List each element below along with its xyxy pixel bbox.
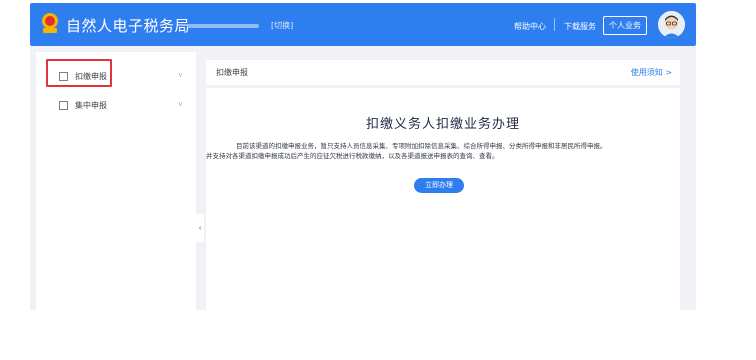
page-title: 扣缴义务人扣缴业务办理 — [365, 117, 520, 132]
chevron-down-icon[interactable]: ∨ — [178, 100, 183, 108]
handle-now-button[interactable]: 立即办理 — [414, 178, 464, 193]
sidebar-item-centralized-declaration[interactable]: 集中申报 ∨ — [36, 94, 196, 118]
grid-icon — [59, 101, 68, 110]
personal-business-button[interactable]: 个人业务 — [603, 16, 647, 35]
highlight-box — [46, 59, 112, 87]
main-header-bar: 扣缴申报 使用须知 > — [206, 60, 680, 85]
main-card: 扣缴义务人扣缴业务办理 目前该渠道的扣缴申报业务，暂只支持人员信息采集、专项附加… — [206, 88, 680, 310]
sidebar-item-label: 集中申报 — [75, 101, 107, 110]
tax-emblem-icon — [42, 13, 58, 33]
switch-link[interactable]: [切换] — [271, 20, 293, 31]
site-title[interactable]: 自然人电子税务局 — [66, 15, 190, 36]
help-center-link[interactable]: 帮助中心 — [514, 21, 546, 32]
user-avatar-icon[interactable] — [658, 11, 685, 38]
sidebar: 扣缴申报 ∨ 集中申报 ∨ — [36, 52, 196, 310]
description-line-1: 目前该渠道的扣缴申报业务，暂只支持人员信息采集、专项附加扣除信息采集、综合所得申… — [236, 142, 607, 150]
breadcrumb: 扣缴申报 — [216, 68, 248, 77]
chevron-down-icon[interactable]: ∨ — [178, 71, 183, 79]
download-service-link[interactable]: 下载服务 — [564, 21, 596, 32]
page: 自然人电子税务局 [切换] 帮助中心 下载服务 个人业务 扣缴申报 ∨ 集中申报… — [0, 0, 756, 360]
top-header: 自然人电子税务局 [切换] 帮助中心 下载服务 个人业务 — [30, 3, 696, 46]
description-line-2: 并支持对各渠道扣缴申报成功后产生的应征欠税进行税款缴纳，以及各渠道报送申报表的查… — [206, 152, 499, 160]
header-divider — [554, 18, 555, 31]
usage-notice-link[interactable]: 使用须知 > — [631, 67, 672, 78]
user-name-redacted — [187, 24, 259, 28]
sidebar-collapse-handle[interactable]: ‹ — [196, 214, 204, 242]
avatar-face-icon — [658, 11, 685, 38]
